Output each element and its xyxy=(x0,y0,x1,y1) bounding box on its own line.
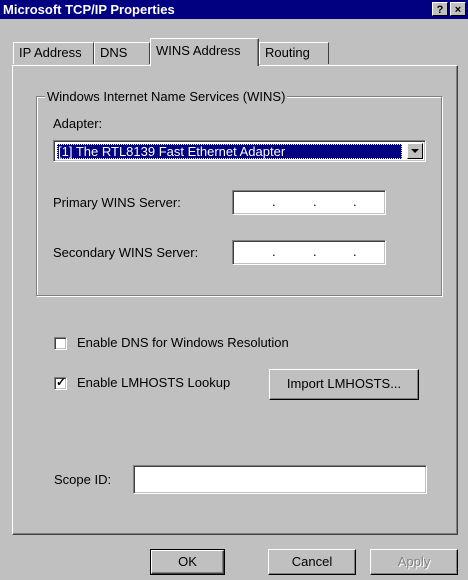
tab-label: DNS xyxy=(100,45,128,60)
title-bar: Microsoft TCP/IP Properties ? × xyxy=(0,0,468,19)
ip-dot: . xyxy=(272,244,276,259)
apply-label: Apply xyxy=(397,554,431,569)
tab-wins-address[interactable]: WINS Address xyxy=(150,38,259,66)
primary-wins-input[interactable]: . . . xyxy=(232,190,386,215)
help-button[interactable]: ? xyxy=(432,2,448,16)
scope-id-label: Scope ID: xyxy=(54,472,112,487)
ip-dot: . xyxy=(313,194,317,209)
ok-button[interactable]: OK xyxy=(150,549,225,575)
secondary-wins-label: Secondary WINS Server: xyxy=(53,245,199,260)
tab-label: IP Address xyxy=(19,45,82,60)
tab-label: WINS Address xyxy=(156,43,241,58)
cancel-button[interactable]: Cancel xyxy=(268,549,356,575)
import-lmhosts-label: Import LMHOSTS... xyxy=(286,376,402,391)
tab-ip-address[interactable]: IP Address xyxy=(13,42,94,64)
cancel-label: Cancel xyxy=(291,554,333,569)
check-mark-icon: ✓ xyxy=(56,375,67,389)
ip-separators: . . . xyxy=(233,241,385,264)
scope-id-input[interactable] xyxy=(133,465,427,494)
ip-separators: . . . xyxy=(233,191,385,214)
window-title: Microsoft TCP/IP Properties xyxy=(3,2,175,17)
chevron-down-icon xyxy=(411,149,419,153)
ip-dot: . xyxy=(353,194,357,209)
help-icon: ? xyxy=(436,4,444,16)
apply-button[interactable]: Apply xyxy=(370,549,458,575)
enable-lmhosts-checkbox[interactable]: ✓ xyxy=(54,375,67,390)
close-icon: × xyxy=(454,4,462,16)
tab-label: Routing xyxy=(265,45,310,60)
secondary-wins-input[interactable]: . . . xyxy=(232,240,386,265)
dropdown-button[interactable] xyxy=(407,143,423,159)
close-button[interactable]: × xyxy=(450,2,466,16)
adapter-selected-value: [1] The RTL8139 Fast Ethernet Adapter xyxy=(57,144,402,159)
primary-wins-label: Primary WINS Server: xyxy=(53,195,181,210)
tab-dns[interactable]: DNS xyxy=(94,42,150,64)
enable-dns-checkbox[interactable] xyxy=(54,337,67,350)
ip-dot: . xyxy=(353,244,357,259)
wins-group-title: Windows Internet Name Services (WINS) xyxy=(45,89,288,105)
tab-routing[interactable]: Routing xyxy=(259,42,329,64)
adapter-select[interactable]: [1] The RTL8139 Fast Ethernet Adapter xyxy=(53,140,426,162)
adapter-label: Adapter: xyxy=(53,116,103,131)
ok-label: OK xyxy=(178,554,197,569)
enable-dns-label[interactable]: Enable DNS for Windows Resolution xyxy=(77,335,289,351)
ip-dot: . xyxy=(272,194,276,209)
enable-lmhosts-label[interactable]: Enable LMHOSTS Lookup xyxy=(77,375,230,391)
ip-dot: . xyxy=(313,244,317,259)
import-lmhosts-button[interactable]: Import LMHOSTS... xyxy=(269,369,419,400)
